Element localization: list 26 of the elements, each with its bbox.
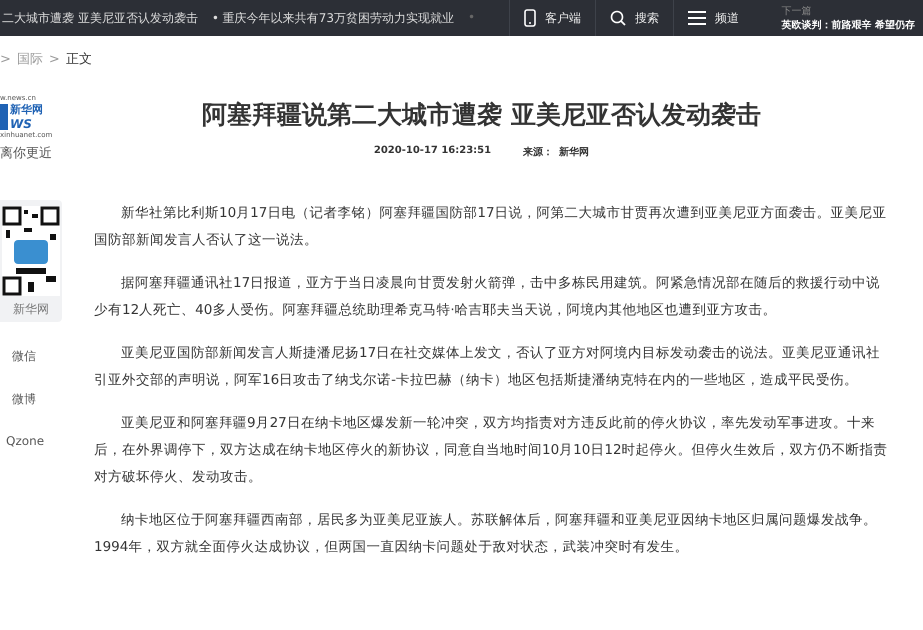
source-name: 新华网 bbox=[559, 145, 590, 159]
article-paragraph: 新华社第比利斯10月17日电（记者李铭）阿塞拜疆国防部17日说，阿第二大城市甘贾再次遭到亚美尼亚方面袭击。亚美尼亚 国防部新闻发言人否认了这一说法。 bbox=[94, 204, 888, 250]
nav-link[interactable]: 客户端 bbox=[509, 0, 595, 36]
article-paragraph: 纳卡地区位于阿塞拜疆西南部，居民多为亚美尼亚族人。苏联解体后，阿塞拜疆和亚美尼亚因纳卡地区归属问题爆发战争。 1994年，双方就全面停火达成协议，但两国一直因纳卡问题处于敌对状态，武装冲突时有发生。 bbox=[94, 511, 878, 557]
share-link[interactable]: 微信 bbox=[12, 348, 94, 365]
share-link[interactable]: 微博 bbox=[12, 391, 94, 408]
article-paragraph: 亚美尼亚和阿塞拜疆9月27日在纳卡地区爆发新一轮冲突，双方均指责对方违反此前的停火协议，率先发动军事进攻。十来 后，在外界调停下，双方达成在纳卡地区停火的新协议，同意自当地时间10月10日12时起停火。但停火生效后，双方仍不断指责 对方破坏停火、发动攻击。 bbox=[94, 414, 889, 487]
breadcrumb-separator: > bbox=[48, 52, 60, 66]
qr-code-icon bbox=[2, 206, 60, 296]
headline-link[interactable]: • 重庆今年以来共有73万贫困劳动力实现就业 bbox=[212, 10, 454, 26]
article-title: 阿塞拜疆说第二大城市遭袭 亚美尼亚否认发动袭击 bbox=[202, 99, 761, 131]
qr-caption: 新华网 bbox=[13, 301, 49, 318]
headline-link[interactable]: 二大城市遭袭 亚美尼亚否认发动袭击 bbox=[2, 10, 198, 26]
next-article-link[interactable]: 下一篇 英欧谈判：前路艰辛 希望仍存 bbox=[782, 4, 923, 32]
source-label: 来源： bbox=[523, 146, 554, 159]
breadcrumb-link[interactable]: 正文 bbox=[66, 50, 92, 68]
nav-link[interactable]: 频道 bbox=[673, 0, 753, 36]
nav-link[interactable]: 搜索 bbox=[595, 0, 673, 36]
menu-icon bbox=[688, 11, 706, 25]
phone-icon bbox=[524, 9, 536, 27]
publish-time: 2020-10-17 16:23:51 bbox=[374, 145, 492, 158]
breadcrumb-separator: > bbox=[0, 52, 11, 66]
search-icon bbox=[610, 10, 626, 26]
article-paragraph: 据阿塞拜疆通讯社17日报道，亚方于当日凌晨向甘贾发射火箭弹，击中多栋民用建筑。阿紧急情况部在随后的救援行动中说 少有12人死亡、40多人受伤。阿塞拜疆总统助理希克马特·哈吉耶夫当天说，阿境内其他地区也遭到亚方攻击。 bbox=[94, 274, 882, 320]
article-paragraph: 亚美尼亚国防部新闻发言人斯捷潘尼扬17日在社交媒体上发文，否认了亚方对阿境内目标发动袭击的说法。亚美尼亚通讯社 引亚外交部的声明说，阿军16日攻击了纳戈尔诺-卡拉巴赫（纳卡）地区包括斯捷潘纳克特在内的一些地区，造成平民受伤。 bbox=[94, 344, 882, 390]
share-link[interactable]: Qzone bbox=[6, 434, 94, 448]
